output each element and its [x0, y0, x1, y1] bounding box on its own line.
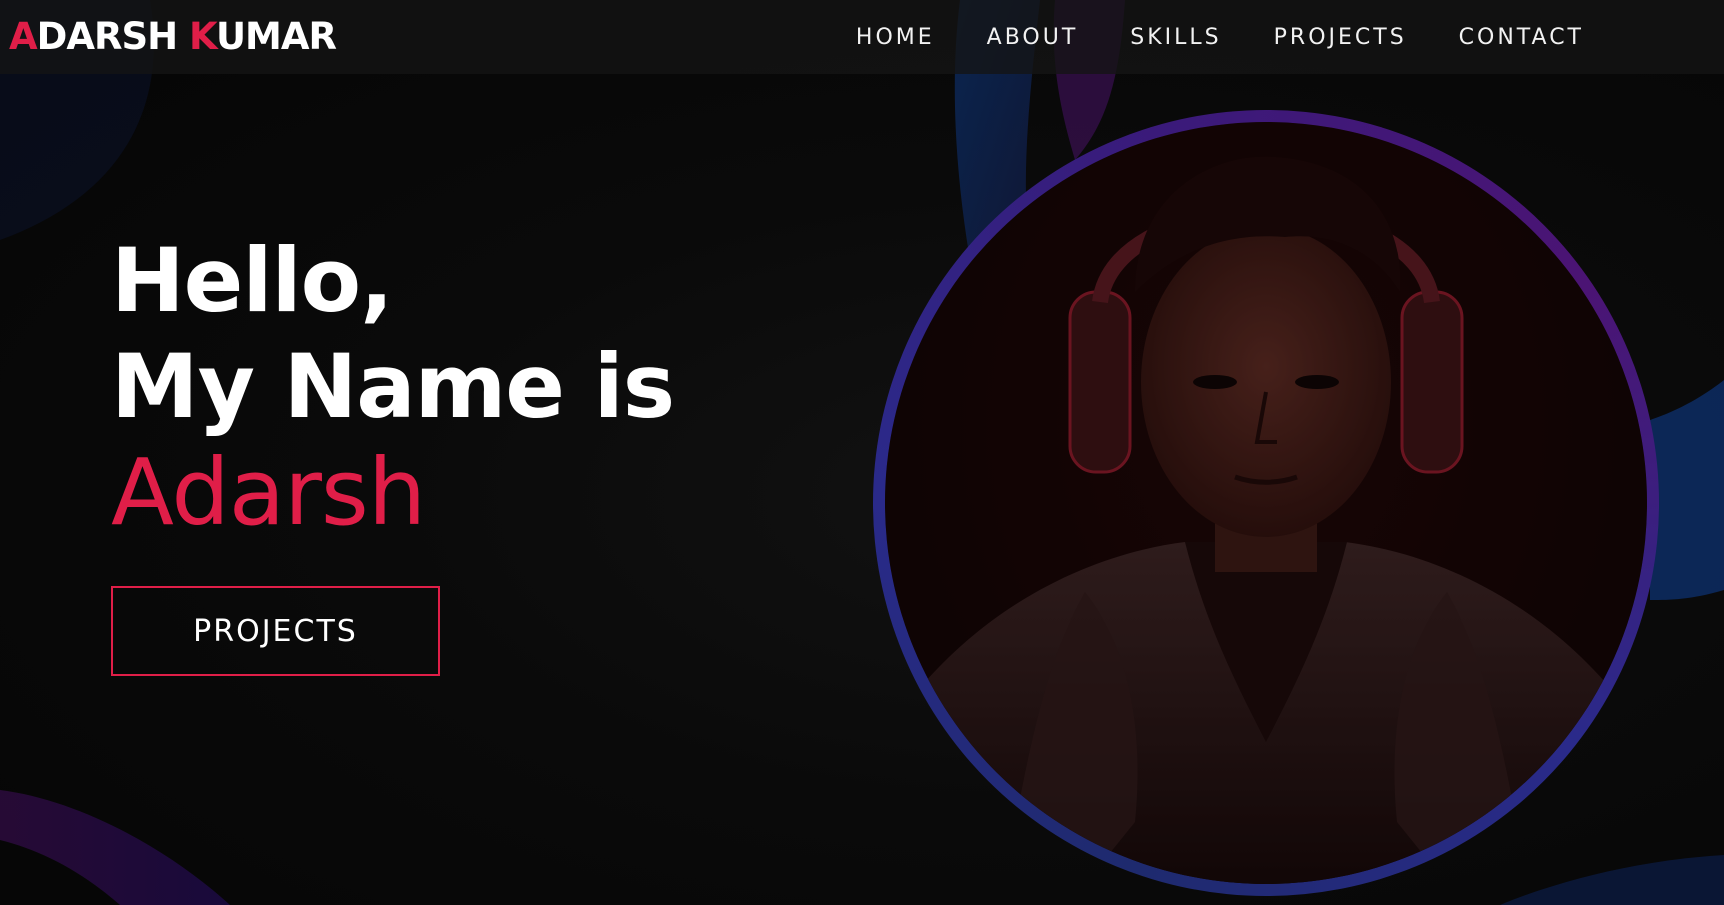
portfolio-page: ADARSH KUMAR HOME ABOUT SKILLS PROJECTS …: [0, 0, 1724, 905]
hero-name: Adarsh: [111, 439, 426, 546]
logo-first-initial: A: [9, 15, 38, 58]
logo-first-rest: DARSH: [36, 15, 178, 58]
logo-last-initial: K: [188, 15, 217, 58]
hero-greeting: Hello,: [111, 229, 394, 332]
main-nav: HOME ABOUT SKILLS PROJECTS CONTACT: [856, 0, 1584, 74]
nav-skills[interactable]: SKILLS: [1130, 25, 1221, 50]
hero-intro: My Name is: [111, 335, 675, 438]
site-header: ADARSH KUMAR HOME ABOUT SKILLS PROJECTS …: [0, 0, 1724, 74]
projects-button[interactable]: PROJECTS: [111, 586, 440, 676]
logo-last-rest: UMAR: [216, 15, 337, 58]
nav-about[interactable]: ABOUT: [987, 25, 1079, 50]
nav-contact[interactable]: CONTACT: [1459, 25, 1584, 50]
nav-home[interactable]: HOME: [856, 25, 935, 50]
hero-heading: Hello, My Name is Adarsh: [111, 228, 675, 546]
portrait-illustration: [885, 122, 1647, 884]
profile-photo: [885, 122, 1647, 884]
site-logo[interactable]: ADARSH KUMAR: [9, 14, 337, 60]
nav-projects[interactable]: PROJECTS: [1274, 25, 1407, 50]
